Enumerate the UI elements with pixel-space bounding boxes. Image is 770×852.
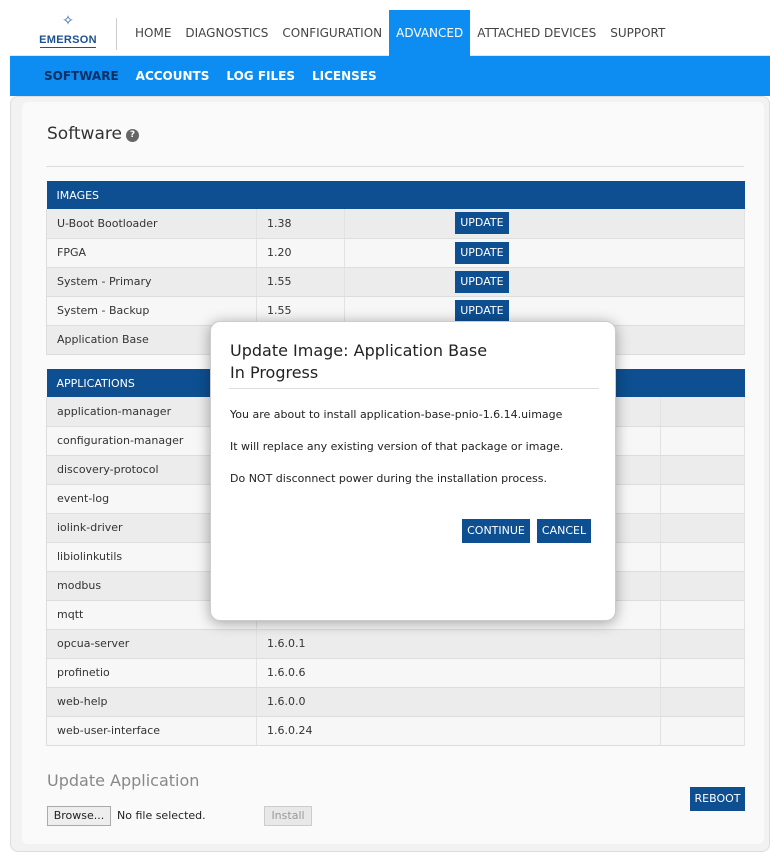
image-version: 1.20	[256, 238, 346, 268]
subnav-licenses[interactable]: LICENSES	[312, 56, 377, 96]
app-action-cell	[660, 687, 746, 717]
page-title: Software?	[47, 124, 139, 144]
images-header: IMAGES	[46, 181, 745, 209]
image-action-cell: UPDATE	[344, 238, 745, 268]
app-action-cell	[660, 571, 746, 601]
subnav-software[interactable]: SOFTWARE	[44, 56, 119, 96]
install-button[interactable]: Install	[264, 806, 312, 826]
table-row: opcua-server 1.6.0.1	[46, 629, 746, 659]
subnav-accounts[interactable]: ACCOUNTS	[136, 56, 210, 96]
app-name: web-help	[46, 687, 257, 717]
nav-attached-devices[interactable]: ATTACHED DEVICES	[470, 10, 603, 56]
emerson-logo-icon: ✧	[62, 13, 74, 29]
continue-button[interactable]: CONTINUE	[462, 519, 530, 543]
app-name: web-user-interface	[46, 716, 257, 746]
browse-button[interactable]: Browse...	[47, 806, 111, 826]
table-row: System - Primary 1.55 UPDATE	[46, 267, 745, 297]
emerson-logo[interactable]: ✧ EMERSON	[28, 14, 108, 54]
update-image-dialog: Update Image: Application Base In Progre…	[210, 321, 616, 621]
update-button[interactable]: UPDATE	[455, 299, 509, 322]
dialog-message-replace: It will replace any existing version of …	[230, 440, 564, 453]
app-version: 1.6.0.0	[256, 687, 661, 717]
table-row: web-help 1.6.0.0	[46, 687, 746, 717]
image-name: U-Boot Bootloader	[46, 209, 257, 239]
table-row: web-user-interface 1.6.0.24	[46, 716, 746, 746]
update-button[interactable]: UPDATE	[455, 270, 509, 293]
image-version: 1.38	[256, 209, 346, 239]
app-action-cell	[660, 484, 746, 514]
dialog-message-install: You are about to install application-bas…	[230, 408, 563, 421]
image-action-cell: UPDATE	[344, 267, 745, 297]
app-name: profinetio	[46, 658, 257, 688]
nav-configuration[interactable]: CONFIGURATION	[275, 10, 389, 56]
dialog-divider	[229, 388, 599, 389]
nav-support[interactable]: SUPPORT	[603, 10, 672, 56]
logo-text: EMERSON	[28, 34, 108, 48]
table-row: profinetio 1.6.0.6	[46, 658, 746, 688]
app-action-cell	[660, 513, 746, 543]
table-row: U-Boot Bootloader 1.38 UPDATE	[46, 209, 745, 239]
dialog-title-line2: In Progress	[230, 363, 319, 382]
app-action-cell	[660, 455, 746, 485]
image-version: 1.55	[256, 267, 346, 297]
app-action-cell	[660, 600, 746, 630]
table-row: FPGA 1.20 UPDATE	[46, 238, 745, 268]
app-version: 1.6.0.24	[256, 716, 661, 746]
page-title-text: Software	[47, 124, 122, 144]
image-action-cell: UPDATE	[344, 209, 745, 239]
top-navbar: ✧ EMERSON HOME DIAGNOSTICS CONFIGURATION…	[10, 10, 770, 56]
app-version: 1.6.0.6	[256, 658, 661, 688]
app-name: opcua-server	[46, 629, 257, 659]
app-action-cell	[660, 542, 746, 572]
nav-home[interactable]: HOME	[128, 10, 178, 56]
sub-navbar: SOFTWARE ACCOUNTS LOG FILES LICENSES	[10, 56, 770, 96]
nav-diagnostics[interactable]: DIAGNOSTICS	[178, 10, 275, 56]
app-action-cell	[660, 397, 746, 427]
image-name: FPGA	[46, 238, 257, 268]
dialog-message-warning: Do NOT disconnect power during the insta…	[230, 472, 547, 485]
dialog-title: Update Image: Application Base In Progre…	[230, 340, 487, 384]
app-action-cell	[660, 658, 746, 688]
nav-divider	[116, 18, 117, 50]
update-button[interactable]: UPDATE	[455, 212, 509, 235]
dialog-title-line1: Update Image: Application Base	[230, 341, 488, 360]
update-application-title: Update Application	[47, 771, 200, 790]
title-divider	[46, 166, 744, 167]
nav-advanced[interactable]: ADVANCED	[389, 10, 471, 56]
update-button[interactable]: UPDATE	[455, 241, 509, 264]
help-icon[interactable]: ?	[125, 129, 139, 142]
file-status: No file selected.	[117, 809, 206, 822]
app-action-cell	[660, 426, 746, 456]
reboot-button[interactable]: REBOOT	[690, 787, 745, 811]
cancel-button[interactable]: CANCEL	[537, 519, 591, 543]
app-action-cell	[660, 716, 746, 746]
app-version: 1.6.0.1	[256, 629, 661, 659]
main-nav: HOME DIAGNOSTICS CONFIGURATION ADVANCED …	[128, 10, 672, 56]
subnav-log-files[interactable]: LOG FILES	[226, 56, 295, 96]
image-name: System - Primary	[46, 267, 257, 297]
app-action-cell	[660, 629, 746, 659]
